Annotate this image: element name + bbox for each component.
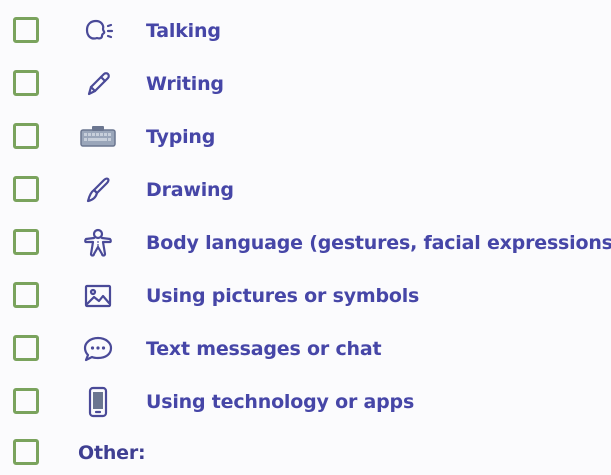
- checkbox-technology-apps[interactable]: [13, 388, 39, 414]
- communication-methods-checklist: Talking Writing Typing Drawing Body lang…: [0, 0, 611, 465]
- option-technology-apps: Using technology or apps: [0, 380, 611, 424]
- option-label: Typing: [146, 126, 216, 148]
- checkbox-writing[interactable]: [13, 70, 39, 96]
- checkbox-body-language[interactable]: [13, 229, 39, 255]
- option-label: Using technology or apps: [146, 391, 415, 413]
- keyboard-icon: [78, 120, 118, 154]
- option-label: Body language (gestures, facial expressi…: [146, 232, 611, 254]
- option-label: Using pictures or symbols: [146, 285, 420, 307]
- talking-head-icon: [78, 14, 118, 48]
- gingerbread-person-icon: [78, 226, 118, 260]
- option-body-language: Body language (gestures, facial expressi…: [0, 221, 611, 265]
- checkbox-drawing[interactable]: [13, 176, 39, 202]
- pencil-icon: [78, 67, 118, 101]
- option-talking: Talking: [0, 9, 611, 53]
- checkbox-other[interactable]: [13, 439, 39, 465]
- option-label: Text messages or chat: [146, 338, 382, 360]
- option-pictures-symbols: Using pictures or symbols: [0, 274, 611, 318]
- checkbox-text-messages[interactable]: [13, 335, 39, 361]
- paintbrush-icon: [78, 173, 118, 207]
- option-other: Other:: [0, 431, 611, 475]
- option-drawing: Drawing: [0, 168, 611, 212]
- checkbox-typing[interactable]: [13, 123, 39, 149]
- option-typing: Typing: [0, 115, 611, 159]
- option-writing: Writing: [0, 62, 611, 106]
- checkbox-talking[interactable]: [13, 17, 39, 43]
- option-label: Talking: [146, 20, 221, 42]
- option-label: Writing: [146, 73, 224, 95]
- chat-bubble-icon: [78, 332, 118, 366]
- option-label: Drawing: [146, 179, 234, 201]
- option-text-messages: Text messages or chat: [0, 327, 611, 371]
- phone-icon: [78, 385, 118, 419]
- checkbox-pictures-symbols[interactable]: [13, 282, 39, 308]
- picture-icon: [78, 279, 118, 313]
